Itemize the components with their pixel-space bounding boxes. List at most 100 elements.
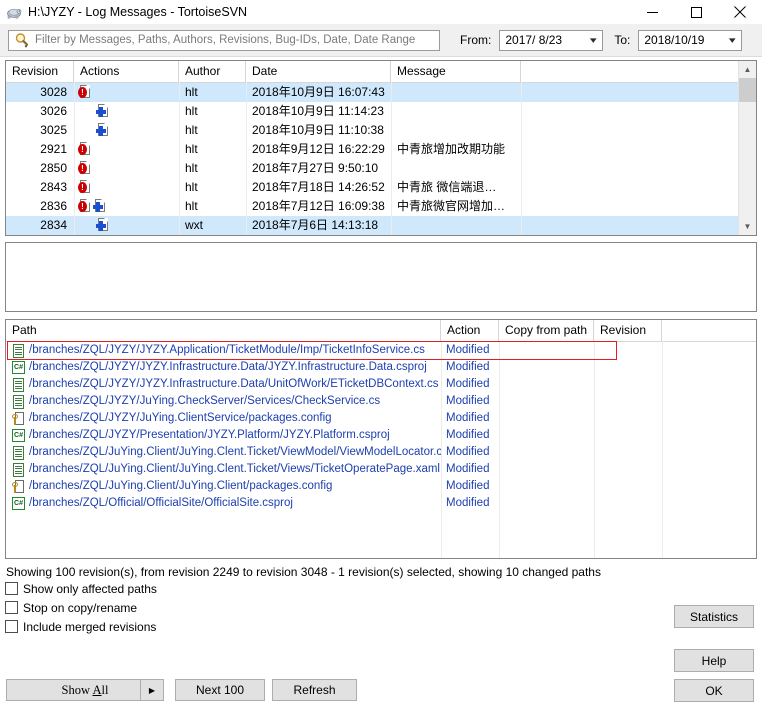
column-header-path-revision[interactable]: Revision <box>594 320 662 341</box>
checkbox[interactable] <box>5 582 18 595</box>
bottom-button-bar: Show All ▶ Next 100 Refresh <box>0 679 762 701</box>
checkbox[interactable] <box>5 620 18 633</box>
column-header-path[interactable]: Path <box>6 320 441 341</box>
path-action: Modified <box>446 378 490 390</box>
chevron-down-icon[interactable]: ▾ <box>729 35 736 46</box>
close-button[interactable] <box>718 0 762 24</box>
to-label: To: <box>614 33 631 47</box>
modified-action-icon: ! <box>78 199 91 214</box>
to-date-picker[interactable]: 2018/10/19 ▾ <box>638 29 743 51</box>
revision-number: 2850 <box>40 161 67 175</box>
path-text: /branches/ZQL/JuYing.Client/JuYing.Clien… <box>29 480 333 492</box>
revision-row[interactable]: 2921! hlt 2018年9月12日 16:22:29 中青旅增加改期功能 <box>6 140 738 159</box>
column-header-date[interactable]: Date <box>246 61 391 82</box>
column-header-actions[interactable]: Actions <box>74 61 179 82</box>
revision-message <box>391 216 521 235</box>
close-icon <box>734 6 746 18</box>
column-divider <box>74 82 75 235</box>
maximize-button[interactable] <box>674 0 718 24</box>
filter-box[interactable] <box>8 29 440 51</box>
scroll-thumb[interactable] <box>739 78 756 102</box>
revision-row[interactable]: 3028! hlt 2018年10月9日 16:07:43 <box>6 83 738 102</box>
show-all-button[interactable]: Show All ▶ <box>6 679 164 701</box>
chevron-down-icon[interactable]: ▾ <box>590 35 597 46</box>
checkbox[interactable] <box>5 601 18 614</box>
revision-row[interactable]: 2850! hlt 2018年7月27日 9:50:10 <box>6 159 738 178</box>
column-divider <box>391 82 392 235</box>
revision-row[interactable]: 2834 wxt 2018年7月6日 14:13:18 <box>6 216 738 235</box>
path-copy-from <box>499 410 594 427</box>
path-filler <box>662 495 756 512</box>
show-all-dropdown[interactable]: ▶ <box>140 680 163 700</box>
from-date-picker[interactable]: 2017/ 8/23 ▾ <box>499 29 604 51</box>
path-row[interactable]: C# /branches/ZQL/JYZY/JYZY.Infrastructure… <box>6 359 756 376</box>
to-date-value: 2018/10/19 <box>644 33 705 47</box>
changed-paths-list[interactable]: Path Action Copy from path Revision /bra… <box>5 319 757 559</box>
column-header-revision[interactable]: Revision <box>6 61 74 82</box>
revision-date: 2018年10月9日 16:07:43 <box>252 85 385 99</box>
tortoisesvn-icon <box>6 4 22 20</box>
path-row[interactable]: /branches/ZQL/JYZY/JYZY.Application/Tick… <box>6 342 756 359</box>
revision-number: 2843 <box>40 180 67 194</box>
revision-row[interactable]: 3025 hlt 2018年10月9日 11:10:38 <box>6 121 738 140</box>
path-row[interactable]: C# /branches/ZQL/Official/OfficialSite/Of… <box>6 495 756 512</box>
scroll-up-button[interactable]: ▲ <box>739 61 756 78</box>
path-revision <box>594 461 662 478</box>
path-cell: /branches/ZQL/JuYing.Client/JuYing.Clent… <box>6 444 441 461</box>
path-filler <box>662 410 756 427</box>
commit-message-panel[interactable] <box>5 242 757 312</box>
revision-date: 2018年7月27日 9:50:10 <box>252 161 379 175</box>
path-action: Modified <box>446 344 490 356</box>
scroll-down-button[interactable]: ▼ <box>739 218 756 235</box>
added-action-icon <box>96 218 109 233</box>
revision-scrollbar[interactable]: ▲ ▼ <box>738 61 756 235</box>
path-row[interactable]: /branches/ZQL/JuYing.Client/JuYing.Clien… <box>6 478 756 495</box>
path-row[interactable]: /branches/ZQL/JYZY/JuYing.CheckServer/Se… <box>6 393 756 410</box>
revision-message <box>391 83 521 102</box>
path-text: /branches/ZQL/JuYing.Client/JuYing.Clent… <box>29 446 441 458</box>
option-row-0[interactable]: Show only affected paths <box>5 579 762 598</box>
help-button[interactable]: Help <box>674 649 754 672</box>
column-header-filler <box>521 61 738 82</box>
path-row[interactable]: /branches/ZQL/JYZY/JuYing.ClientService/… <box>6 410 756 427</box>
revision-date: 2018年9月12日 16:22:29 <box>252 142 385 156</box>
path-row[interactable]: /branches/ZQL/JYZY/JYZY.Infrastructure.D… <box>6 376 756 393</box>
minimize-button[interactable] <box>630 0 674 24</box>
path-text: /branches/ZQL/JYZY/JYZY.Infrastructure.D… <box>29 378 439 390</box>
revision-rows: 3028! hlt 2018年10月9日 16:07:43 3026 hlt 2018年1… <box>6 83 738 235</box>
path-row[interactable]: C# /branches/ZQL/JYZY/Presentation/JYZY.P… <box>6 427 756 444</box>
path-copy-from <box>499 461 594 478</box>
path-row[interactable]: /branches/ZQL/JuYing.Client/JuYing.Clent… <box>6 444 756 461</box>
revision-date: 2018年7月6日 14:13:18 <box>252 218 379 232</box>
revision-list[interactable]: Revision Actions Author Date Message 302… <box>5 60 757 236</box>
column-header-action[interactable]: Action <box>441 320 499 341</box>
column-header-message[interactable]: Message <box>391 61 521 82</box>
refresh-button[interactable]: Refresh <box>272 679 357 701</box>
option-row-2[interactable]: Include merged revisions <box>5 617 762 636</box>
cs-file-icon <box>12 394 25 409</box>
path-row[interactable]: /branches/ZQL/JuYing.Client/JuYing.Clent… <box>6 461 756 478</box>
next-100-button[interactable]: Next 100 <box>175 679 265 701</box>
modified-action-icon: ! <box>78 142 91 157</box>
search-icon[interactable] <box>9 31 35 50</box>
path-filler <box>662 393 756 410</box>
scroll-track[interactable] <box>739 78 756 218</box>
path-filler <box>662 342 756 359</box>
filter-input[interactable] <box>35 34 439 46</box>
revision-actions: ! <box>74 159 179 178</box>
cs-file-icon <box>12 462 25 477</box>
revision-row[interactable]: 3026 hlt 2018年10月9日 11:14:23 <box>6 102 738 121</box>
revision-row[interactable]: 2836! hlt 2018年7月12日 16:09:38 中青旅微官网增加… <box>6 197 738 216</box>
path-cell: /branches/ZQL/JYZY/JYZY.Application/Tick… <box>6 342 441 359</box>
revision-row[interactable]: 2843! hlt 2018年7月18日 14:26:52 中青旅 微信端退… <box>6 178 738 197</box>
path-text: /branches/ZQL/Official/OfficialSite/Offi… <box>29 497 293 509</box>
option-row-1[interactable]: Stop on copy/rename <box>5 598 762 617</box>
path-cell: /branches/ZQL/JYZY/JYZY.Infrastructure.D… <box>6 376 441 393</box>
revision-actions <box>74 102 179 121</box>
column-header-copy-from-path[interactable]: Copy from path <box>499 320 594 341</box>
revision-message: 中青旅微官网增加… <box>397 199 506 213</box>
column-header-author[interactable]: Author <box>179 61 246 82</box>
path-action: Modified <box>446 480 490 492</box>
statistics-button[interactable]: Statistics <box>674 605 754 628</box>
revision-number: 2921 <box>40 142 67 156</box>
